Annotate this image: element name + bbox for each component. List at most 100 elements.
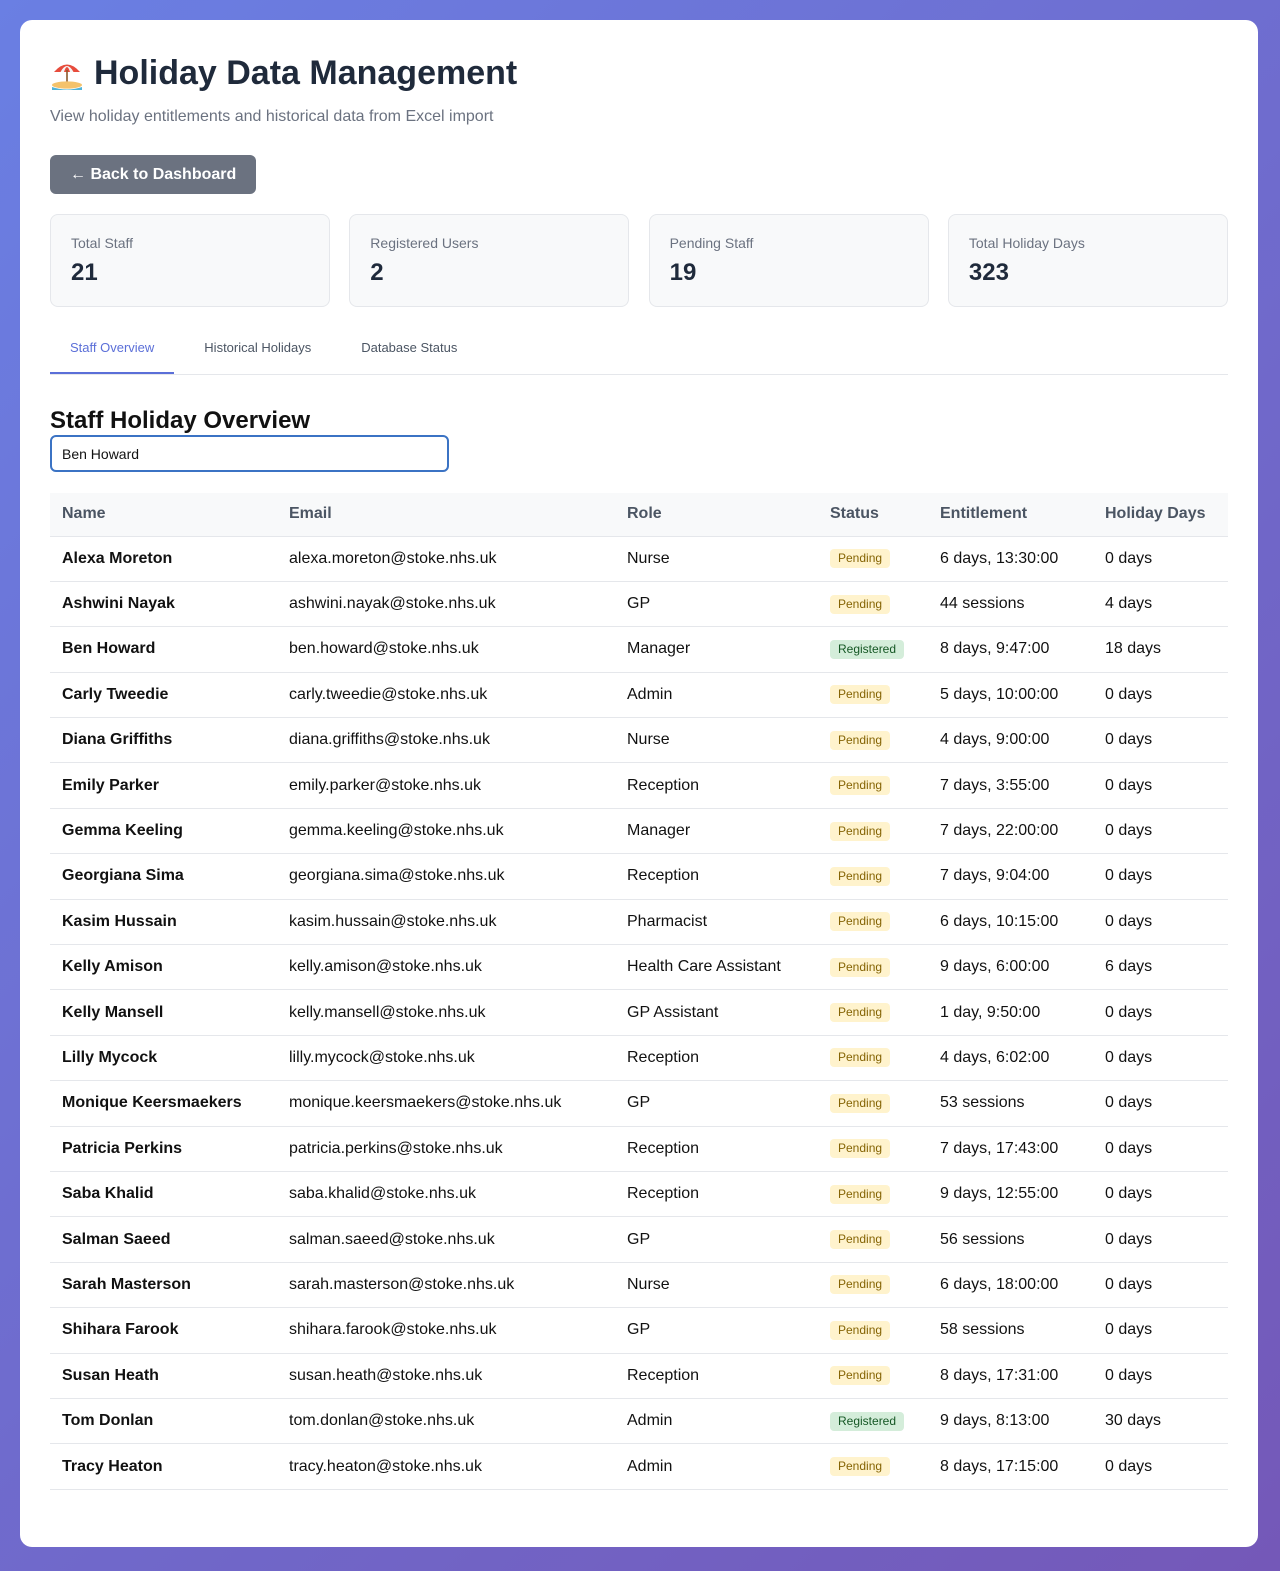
staff-entitlement-cell: 58 sessions [940,1321,1025,1339]
stat-label: Registered Users [370,235,479,251]
page-subtitle: View holiday entitlements and historical… [50,108,494,125]
staff-name-cell: Diana Griffiths [62,731,173,749]
status-badge: Pending [830,1184,891,1204]
staff-name-cell: Sarah Masterson [62,1275,191,1293]
staff-entitlement-cell: 5 days, 10:00:00 [940,685,1059,703]
table-row[interactable]: Monique Keersmaekers monique.keersmaekers… [50,1081,1228,1127]
tab-staff-overview[interactable]: Staff Overview [50,334,175,374]
column-header-entitlement[interactable]: Entitlement [928,493,1093,537]
staff-holiday-days-cell: 0 days [1105,1139,1153,1157]
staff-holiday-days-cell: 0 days [1105,1321,1153,1339]
staff-status-cell: Pending [818,581,928,626]
column-header-holiday-days[interactable]: Holiday Days [1093,493,1228,537]
table-row[interactable]: Susan Heath susan.heath@stoke.nhs.uk Recep… [50,1353,1228,1399]
table-row[interactable]: Shihara Farook shihara.farook@stoke.nhs.u… [50,1308,1228,1354]
staff-name-cell: Emily Parker [62,776,159,794]
stat-label: Total Holiday Days [968,235,1085,251]
status-badge: Pending [830,1275,891,1295]
staff-role-cell: Reception [627,1185,700,1203]
staff-entitlement-cell: 7 days, 3:55:00 [940,776,1050,794]
staff-status-cell: Pending [818,1444,928,1489]
table-row[interactable]: Patricia Perkins patricia.perkins@stoke.n… [50,1126,1228,1172]
table-row[interactable]: Saba Khalid saba.khalid@stoke.nhs.uk Recep… [50,1171,1228,1217]
staff-email-cell: saba.khalid@stoke.nhs.uk [289,1185,477,1203]
stat-card-total-staff: Total Staff 21 [50,214,330,307]
staff-role-cell: Reception [627,1366,700,1384]
staff-entitlement-cell: 8 days, 17:15:00 [940,1457,1059,1475]
status-badge: Pending [830,1230,891,1250]
staff-email-cell: alexa.moreton@stoke.nhs.uk [289,549,497,567]
staff-entitlement-cell: 6 days, 10:15:00 [940,912,1059,930]
column-header-status[interactable]: Status [818,493,928,537]
staff-name-cell: Alexa Moreton [62,549,173,567]
table-body: Alexa Moreton alexa.moreton@stoke.nhs.uk N… [50,536,1228,1490]
staff-search-input[interactable] [50,435,449,472]
staff-name-cell: Monique Keersmaekers [62,1094,242,1112]
staff-role-cell: Nurse [627,1275,670,1293]
staff-status-cell: Pending [818,854,928,899]
staff-name-cell: Gemma Keeling [62,822,183,840]
staff-holiday-days-cell: 18 days [1105,640,1162,658]
table-row[interactable]: Alexa Moreton alexa.moreton@stoke.nhs.uk N… [50,536,1228,582]
staff-entitlement-cell: 8 days, 9:47:00 [940,640,1050,658]
staff-entitlement-cell: 7 days, 17:43:00 [940,1139,1059,1157]
staff-entitlement-cell: 9 days, 6:00:00 [940,958,1050,976]
staff-name-cell: Saba Khalid [62,1185,154,1203]
table-row[interactable]: Carly Tweedie carly.tweedie@stoke.nhs.uk A… [50,672,1228,718]
stat-value: 323 [968,259,1009,286]
table-row[interactable]: Kelly Mansell kelly.mansell@stoke.nhs.uk G… [50,990,1228,1036]
status-badge: Pending [830,685,891,705]
column-header-role[interactable]: Role [615,493,818,537]
table-row[interactable]: Ben Howard ben.howard@stoke.nhs.uk Manager… [50,627,1228,673]
staff-email-cell: kelly.mansell@stoke.nhs.uk [289,1003,486,1021]
staff-status-cell: Pending [818,1262,928,1307]
staff-email-cell: carly.tweedie@stoke.nhs.uk [289,685,488,703]
table-row[interactable]: Kasim Hussain kasim.hussain@stoke.nhs.uk P… [50,899,1228,945]
staff-entitlement-cell: 7 days, 9:04:00 [940,867,1050,885]
staff-role-cell: Admin [627,1457,673,1475]
staff-status-cell: Registered [818,1398,928,1443]
table-row[interactable]: Kelly Amison kelly.amison@stoke.nhs.uk Hea… [50,945,1228,990]
back-to-dashboard-button[interactable]: ← Back to Dashboard [50,155,257,194]
staff-email-cell: emily.parker@stoke.nhs.uk [289,776,482,794]
table-row[interactable]: Gemma Keeling gemma.keeling@stoke.nhs.uk M… [50,808,1228,854]
column-header-email[interactable]: Email [277,493,615,537]
staff-holiday-days-cell: 0 days [1105,1094,1153,1112]
tab-database-status[interactable]: Database Status [341,334,477,374]
table-row[interactable]: Tom Donlan tom.donlan@stoke.nhs.uk Admin Re… [50,1398,1228,1444]
staff-email-cell: diana.griffiths@stoke.nhs.uk [289,731,490,749]
table-row[interactable]: Sarah Masterson sarah.masterson@stoke.nhs… [50,1262,1228,1308]
table-row[interactable]: Tracy Heaton tracy.heaton@stoke.nhs.uk Adm… [50,1444,1228,1490]
staff-entitlement-cell: 6 days, 18:00:00 [940,1275,1059,1293]
staff-status-cell: Pending [818,1217,928,1262]
staff-status-cell: Pending [818,672,928,717]
staff-email-cell: ben.howard@stoke.nhs.uk [289,640,479,658]
staff-entitlement-cell: 6 days, 13:30:00 [940,549,1059,567]
table-row[interactable]: Lilly Mycock lilly.mycock@stoke.nhs.uk Rec… [50,1035,1228,1081]
staff-role-cell: Reception [627,867,700,885]
staff-status-cell: Pending [818,1081,928,1126]
staff-status-cell: Pending [818,1171,928,1216]
staff-entitlement-cell: 56 sessions [940,1230,1025,1248]
staff-email-cell: lilly.mycock@stoke.nhs.uk [289,1048,475,1066]
staff-holiday-days-cell: 0 days [1105,1366,1153,1384]
table-row[interactable]: Diana Griffiths diana.griffiths@stoke.nhs… [50,718,1228,763]
staff-entitlement-cell: 1 day, 9:50:00 [940,1003,1041,1021]
staff-status-cell: Pending [818,945,928,990]
stat-label: Total Staff [71,235,134,251]
staff-role-cell: Nurse [627,549,670,567]
table-row[interactable]: Salman Saeed salman.saeed@stoke.nhs.uk GP P… [50,1217,1228,1263]
table-row[interactable]: Emily Parker emily.parker@stoke.nhs.uk Rec… [50,763,1228,809]
stat-card-total-holiday-days: Total Holiday Days 323 [947,214,1228,307]
table-row[interactable]: Ashwini Nayak ashwini.nayak@stoke.nhs.uk G… [50,581,1228,627]
tab-historical-holidays[interactable]: Historical Holidays [184,334,331,374]
column-header-name[interactable]: Name [50,493,277,537]
table-row[interactable]: Georgiana Sima georgiana.sima@stoke.nhs.u… [50,854,1228,900]
staff-status-cell: Pending [818,990,928,1035]
staff-status-cell: Pending [818,899,928,944]
staff-name-cell: Tracy Heaton [62,1457,163,1475]
page-title: Holiday Data Management [50,51,1228,95]
stat-card-registered-users: Registered Users 2 [349,214,630,307]
staff-name-cell: Kelly Amison [62,958,163,976]
status-badge: Pending [830,1048,891,1068]
